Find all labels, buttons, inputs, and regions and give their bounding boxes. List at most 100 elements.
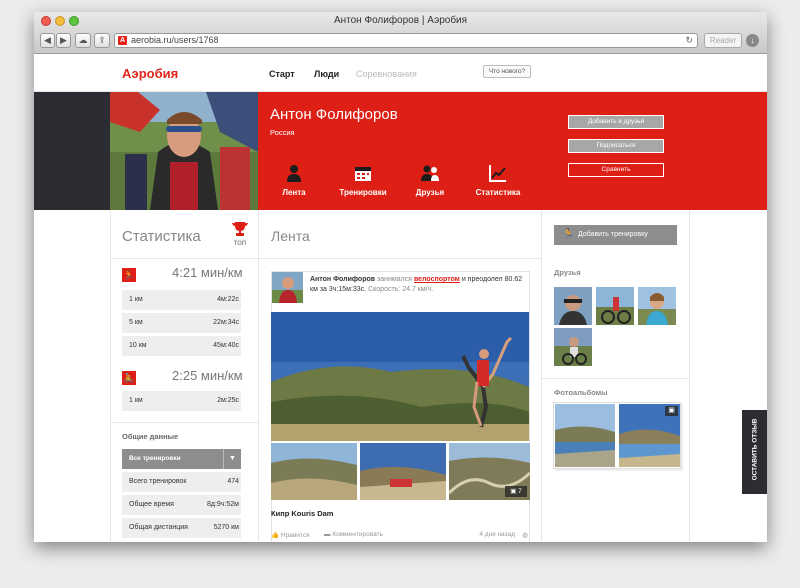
divider: [110, 422, 258, 423]
post-thumb-photo[interactable]: [360, 443, 446, 500]
web-page: Аэробия Старт Люди Соревнования Что ново…: [34, 55, 767, 542]
address-bar[interactable]: A aerobia.ru/users/1768 ↻: [114, 33, 698, 48]
profile-banner: Антон Фолифоров Россия Лента Тренировки …: [34, 92, 767, 210]
table-row: 1 км 2м:25с: [122, 391, 241, 411]
friend-avatar[interactable]: [596, 287, 634, 325]
subscribe-button[interactable]: Подписаться: [568, 139, 664, 153]
reader-button[interactable]: Reader: [704, 33, 742, 48]
downloads-icon[interactable]: ↓: [746, 34, 759, 47]
running-icon: 🏃: [562, 229, 575, 240]
camera-icon: ▣: [510, 488, 517, 495]
post-actions: 👍 Нравится ▬ Комментировать 4 дня назад …: [271, 531, 529, 542]
table-row: Всего тренировок 474: [122, 472, 241, 492]
friends-title: Друзья: [554, 268, 581, 277]
column-divider: [541, 210, 542, 542]
comment-label: Комментировать: [332, 531, 383, 538]
tab-statistics[interactable]: Статистика: [468, 164, 528, 197]
post-time: 4 дня назад: [479, 531, 515, 538]
reload-icon[interactable]: ↻: [685, 34, 693, 47]
post-sport-link[interactable]: велоспортом: [414, 276, 460, 283]
row-label: Общая дистанция: [129, 524, 188, 531]
divider: [258, 258, 541, 259]
title-bar: Антон Фолифоров | Аэробия ◀ ▶ ☁ ⇪ A aero…: [34, 12, 767, 54]
add-training-button[interactable]: 🏃 Добавить тренировку: [554, 225, 677, 245]
column-divider: [110, 210, 111, 542]
author-avatar[interactable]: [272, 272, 303, 303]
tab-statistics-label: Статистика: [475, 188, 521, 197]
chart-icon: [489, 165, 506, 182]
nav-start[interactable]: Старт: [269, 69, 295, 79]
top-label: ТОП: [233, 241, 247, 247]
share-button[interactable]: ⇪: [94, 33, 110, 48]
top-link[interactable]: ТОП: [229, 222, 251, 247]
tab-feed[interactable]: Лента: [264, 164, 324, 197]
like-label: Нравится: [280, 532, 310, 539]
whats-new-button[interactable]: Что нового?: [483, 65, 531, 78]
friend-avatar[interactable]: [638, 287, 676, 325]
column-divider: [689, 210, 690, 542]
feed-title: Лента: [271, 228, 310, 244]
running-pace: 4:21 мин/км: [172, 265, 243, 280]
compare-button[interactable]: Сравнить: [568, 163, 664, 177]
table-row: 10 км 45м:40с: [122, 336, 241, 356]
row-value: 5270 км: [213, 524, 239, 531]
tab-friends[interactable]: Друзья: [400, 164, 460, 197]
photo-count-badge: ▣ 7: [505, 486, 527, 497]
row-label: Всего тренировок: [129, 478, 187, 485]
person-icon: [287, 165, 301, 182]
site-nav: Аэробия Старт Люди Соревнования Что ново…: [34, 55, 767, 92]
feed-post: Антон Фолифоров занимался велоспортом и …: [271, 271, 530, 542]
camera-icon: ▣: [665, 406, 678, 416]
post-caption: Кипр Kouris Dam: [271, 509, 334, 518]
post-thumb-photo[interactable]: [271, 443, 357, 500]
photo-album[interactable]: ▣: [553, 402, 681, 469]
friend-avatar[interactable]: [554, 328, 592, 366]
general-data-title: Общие данные: [122, 432, 179, 441]
row-value: 8д:9ч:52м: [206, 501, 239, 508]
window-title: Антон Фолифоров | Аэробия: [333, 15, 468, 26]
albums-title: Фотоальбомы: [554, 388, 608, 397]
url-text: aerobia.ru/users/1768: [131, 35, 219, 45]
post-verb: занимался: [377, 276, 412, 283]
tab-friends-label: Друзья: [415, 188, 445, 197]
feedback-label: ОСТАВИТЬ ОТЗЫВ: [751, 418, 759, 481]
divider: [541, 378, 690, 379]
row-label: Общее время: [129, 501, 174, 508]
post-author[interactable]: Антон Фолифоров: [310, 276, 375, 283]
row-label: 1 км: [129, 397, 143, 404]
profile-photo[interactable]: [110, 92, 258, 210]
row-value: 474: [227, 478, 239, 485]
row-value: 22м:34с: [213, 319, 239, 326]
back-button[interactable]: ◀: [40, 33, 55, 48]
divider: [110, 258, 259, 259]
cycling-pace: 2:25 мин/км: [172, 368, 243, 383]
row-value: 4м:22с: [217, 296, 239, 303]
table-row: Общее время 8д:9ч:52м: [122, 495, 241, 515]
album-photo: ▣: [619, 404, 680, 467]
training-filter-select[interactable]: Все тренировки ▼: [122, 449, 241, 469]
row-value: 45м:40с: [213, 342, 239, 349]
tab-trainings-label: Тренировки: [339, 188, 387, 197]
leave-feedback-button[interactable]: ОСТАВИТЬ ОТЗЫВ: [742, 410, 767, 494]
tab-trainings[interactable]: Тренировки: [333, 164, 393, 197]
banner-side-panel: [34, 92, 110, 210]
friends-icon: [421, 165, 439, 181]
filter-value: Все тренировки: [129, 455, 181, 462]
post-main-photo[interactable]: [271, 312, 529, 441]
like-button[interactable]: 👍 Нравится: [271, 531, 310, 539]
comment-button[interactable]: ▬ Комментировать: [324, 531, 383, 538]
post-text: Антон Фолифоров занимался велоспортом и …: [310, 275, 528, 295]
friend-avatar[interactable]: [554, 287, 592, 325]
site-favicon-icon: A: [118, 36, 127, 45]
chevron-down-icon: ▼: [223, 449, 241, 469]
site-logo[interactable]: Аэробия: [122, 66, 178, 81]
add-friend-button[interactable]: Добавить в друзья: [568, 115, 664, 129]
post-thumb-photo[interactable]: ▣ 7: [449, 443, 530, 500]
icloud-tabs-button[interactable]: ☁: [75, 33, 91, 48]
statistics-title: Статистика: [122, 228, 201, 245]
nav-people[interactable]: Люди: [314, 69, 339, 79]
trophy-icon: [232, 222, 248, 236]
nav-competitions[interactable]: Соревнования: [356, 69, 417, 79]
forward-button[interactable]: ▶: [56, 33, 71, 48]
globe-icon: ◍: [522, 532, 528, 539]
